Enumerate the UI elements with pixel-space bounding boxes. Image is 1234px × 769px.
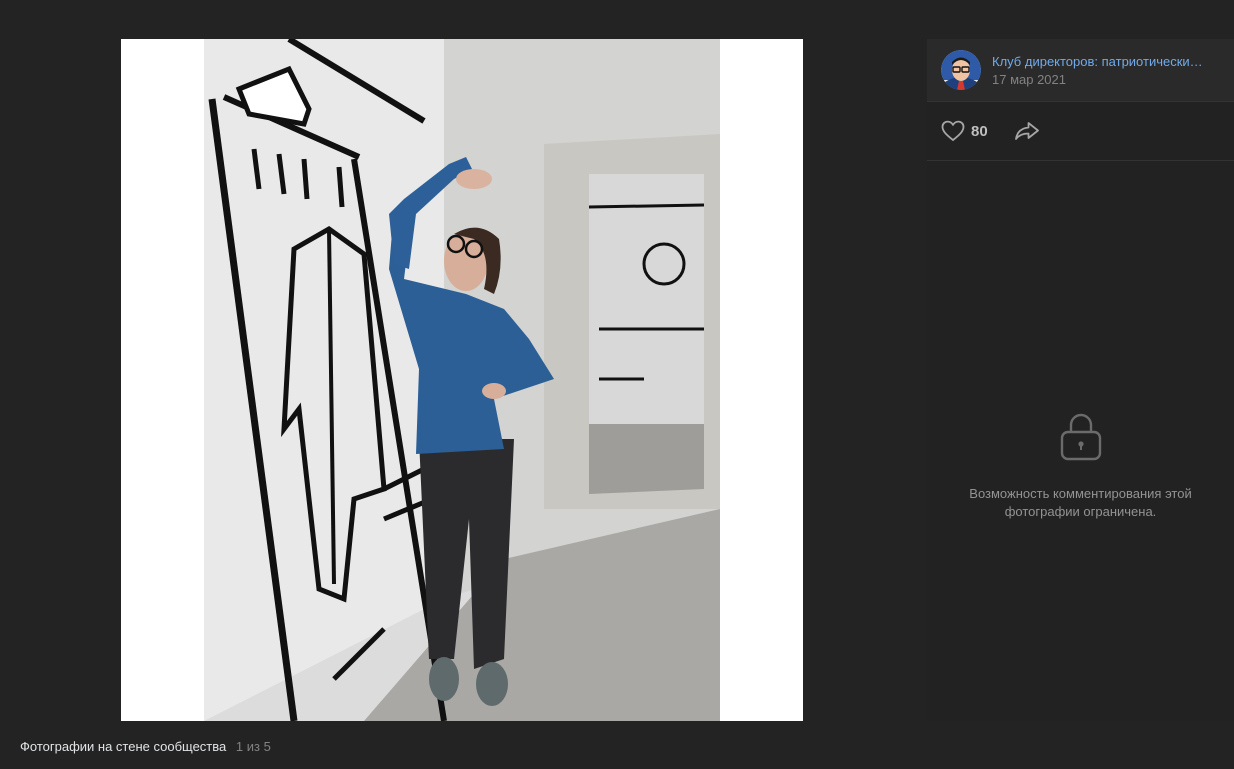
heart-icon xyxy=(941,120,965,142)
photo-container[interactable] xyxy=(121,39,803,721)
photo-counter: 1 из 5 xyxy=(235,739,271,754)
actions-bar: 80 xyxy=(927,102,1234,161)
author-block: Клуб директоров: патриотически… 17 мар 2… xyxy=(927,39,1234,102)
post-date[interactable]: 17 мар 2021 xyxy=(992,71,1222,88)
photo-viewer: Клуб директоров: патриотически… 17 мар 2… xyxy=(0,0,1234,769)
likes-count: 80 xyxy=(971,122,988,140)
comments-restricted: Возможность комментирования этой фотогра… xyxy=(927,411,1234,521)
share-button[interactable] xyxy=(1014,121,1040,141)
share-icon xyxy=(1014,122,1039,140)
like-button[interactable]: 80 xyxy=(941,120,988,142)
photo[interactable] xyxy=(204,39,720,721)
community-avatar[interactable] xyxy=(941,50,981,90)
lock-icon xyxy=(1060,413,1101,461)
side-panel: Клуб директоров: патриотически… 17 мар 2… xyxy=(927,39,1234,721)
comments-restricted-text: Возможность комментирования этой фотогра… xyxy=(969,486,1192,519)
photo-caption: Фотографии на стене сообщества 1 из 5 xyxy=(20,739,271,755)
album-title-link[interactable]: Фотографии на стене сообщества xyxy=(20,739,226,754)
community-name-link[interactable]: Клуб директоров: патриотически… xyxy=(992,53,1222,70)
author-text: Клуб директоров: патриотически… 17 мар 2… xyxy=(992,53,1222,88)
